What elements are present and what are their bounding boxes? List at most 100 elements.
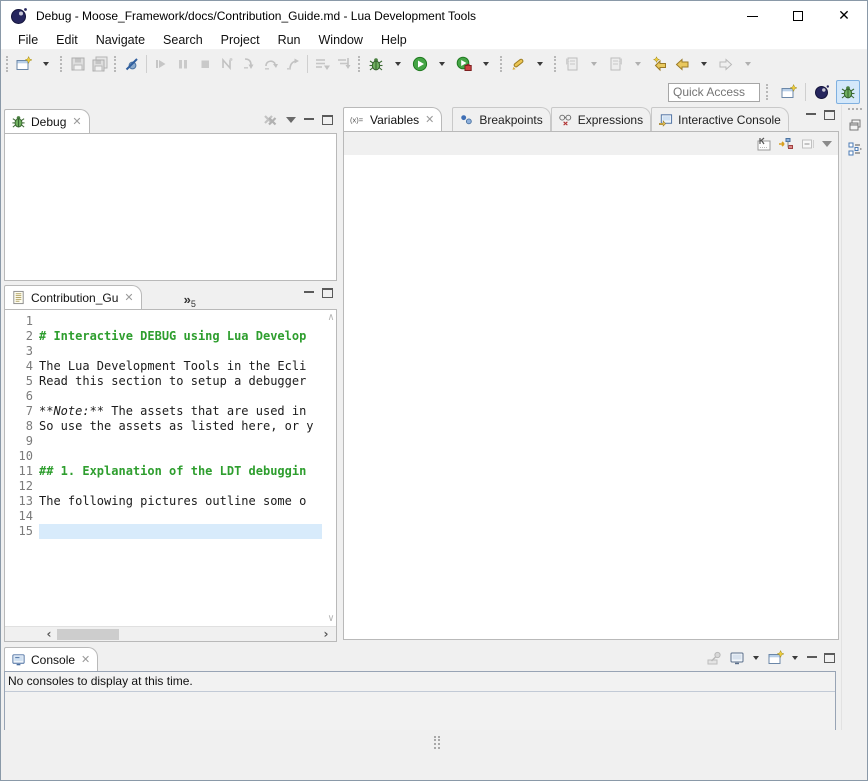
open-console-dropdown[interactable] — [792, 656, 798, 660]
last-edit-location-button[interactable] — [649, 53, 671, 75]
open-task-button[interactable] — [507, 53, 529, 75]
tab-breakpoints[interactable]: Breakpoints — [452, 107, 550, 131]
toolbar-drag-handle[interactable] — [358, 56, 362, 72]
scrollbar-thumb[interactable] — [57, 629, 119, 640]
save-all-button[interactable] — [89, 53, 111, 75]
disconnect-button[interactable] — [216, 53, 238, 75]
tab-close-icon[interactable]: ✕ — [124, 291, 133, 304]
skip-all-breakpoints-button[interactable] — [121, 53, 143, 75]
tab-console[interactable]: Console ✕ — [4, 647, 98, 671]
quick-access-input[interactable] — [668, 83, 760, 102]
forward-button[interactable] — [715, 53, 737, 75]
step-return-button[interactable] — [282, 53, 304, 75]
tab-interactive-console[interactable]: Interactive Console — [651, 107, 789, 131]
tab-close-icon[interactable]: ✕ — [72, 115, 81, 128]
toolbar-drag-handle[interactable] — [60, 56, 64, 72]
new-wizard-dropdown[interactable] — [35, 53, 57, 75]
editor-line[interactable]: 5Read this section to setup a debugger — [5, 374, 322, 389]
editor-line[interactable]: 14 — [5, 509, 322, 524]
run-dropdown[interactable] — [431, 53, 453, 75]
debug-perspective-button[interactable] — [836, 80, 860, 104]
display-selected-console-button[interactable] — [729, 650, 745, 666]
editor-line[interactable]: 3 — [5, 344, 322, 359]
statusbar-drag-handle[interactable] — [434, 736, 440, 749]
menu-file[interactable]: File — [9, 32, 47, 49]
editor-line[interactable]: 10 — [5, 449, 322, 464]
editor-line[interactable]: 1 — [5, 314, 322, 329]
save-button[interactable] — [67, 53, 89, 75]
editor-line[interactable]: 15 — [5, 524, 322, 539]
toolbar-drag-handle[interactable] — [554, 56, 558, 72]
tab-contribution-guide[interactable]: Contribution_Gu ✕ — [4, 285, 142, 309]
scroll-down-arrow[interactable]: ∨ — [328, 613, 334, 624]
scroll-right-arrow[interactable]: › — [318, 627, 334, 641]
collapse-all-button[interactable] — [800, 136, 816, 152]
minimize-view-button[interactable] — [806, 112, 816, 115]
forward-dropdown[interactable] — [737, 53, 759, 75]
editor-line[interactable]: 8So use the assets as listed here, or y — [5, 419, 322, 434]
show-type-names-button[interactable] — [756, 136, 772, 152]
open-console-button[interactable] — [768, 650, 784, 666]
restore-view-button[interactable] — [844, 114, 866, 136]
next-annotation-dropdown[interactable] — [627, 53, 649, 75]
editor-line[interactable]: 2# Interactive DEBUG using Lua Develop — [5, 329, 322, 344]
horizontal-scrollbar[interactable]: ‹ › — [5, 626, 336, 641]
menu-project[interactable]: Project — [212, 32, 269, 49]
previous-annotation-button[interactable] — [561, 53, 583, 75]
back-dropdown[interactable] — [693, 53, 715, 75]
tab-variables[interactable]: (x)= Variables ✕ — [343, 107, 442, 131]
open-task-dropdown[interactable] — [529, 53, 551, 75]
scroll-left-arrow[interactable]: ‹ — [41, 627, 57, 641]
window-close-button[interactable]: ✕ — [821, 1, 867, 31]
tab-close-icon[interactable]: ✕ — [81, 653, 90, 666]
toolbar-drag-handle[interactable] — [500, 56, 504, 72]
debug-view-content[interactable] — [4, 133, 337, 281]
trim-drag-handle[interactable] — [848, 108, 862, 110]
resume-button[interactable] — [150, 53, 172, 75]
new-wizard-button[interactable] — [13, 53, 35, 75]
maximize-view-button[interactable] — [322, 115, 333, 125]
menu-window[interactable]: Window — [310, 32, 372, 49]
editor-line[interactable]: 4The Lua Development Tools in the Ecli — [5, 359, 322, 374]
use-step-filters-button[interactable] — [333, 53, 355, 75]
menu-search[interactable]: Search — [154, 32, 212, 49]
menu-edit[interactable]: Edit — [47, 32, 87, 49]
maximize-view-button[interactable] — [322, 288, 333, 298]
tab-close-icon[interactable]: ✕ — [425, 113, 434, 126]
variables-content[interactable] — [343, 155, 839, 640]
show-logical-structure-button[interactable] — [778, 136, 794, 152]
window-maximize-button[interactable] — [775, 1, 821, 31]
pin-console-button[interactable] — [706, 650, 722, 666]
maximize-view-button[interactable] — [824, 653, 835, 663]
editor-line[interactable]: 9 — [5, 434, 322, 449]
menu-run[interactable]: Run — [269, 32, 310, 49]
editor-line[interactable]: 7**Note:** The assets that are used in — [5, 404, 322, 419]
toolbar-drag-handle[interactable] — [114, 56, 118, 72]
external-tools-dropdown[interactable] — [475, 53, 497, 75]
tab-expressions[interactable]: Expressions — [551, 107, 651, 131]
next-annotation-button[interactable] — [605, 53, 627, 75]
back-button[interactable] — [671, 53, 693, 75]
outline-view-button[interactable] — [844, 138, 866, 160]
remove-all-terminated-button[interactable] — [262, 112, 278, 128]
minimize-view-button[interactable] — [807, 655, 817, 658]
editor-line[interactable]: 6 — [5, 389, 322, 404]
drop-to-frame-button[interactable] — [311, 53, 333, 75]
maximize-view-button[interactable] — [824, 110, 835, 120]
debug-dropdown[interactable] — [387, 53, 409, 75]
editor-line[interactable]: 11## 1. Explanation of the LDT debuggin — [5, 464, 322, 479]
minimize-view-button[interactable] — [304, 290, 314, 293]
toolbar-drag-handle[interactable] — [766, 84, 770, 100]
scroll-up-arrow[interactable]: ∧ — [328, 312, 334, 323]
previous-annotation-dropdown[interactable] — [583, 53, 605, 75]
editor-line[interactable]: 12 — [5, 479, 322, 494]
menu-help[interactable]: Help — [372, 32, 416, 49]
editor-text-area[interactable]: 12# Interactive DEBUG using Lua Develop3… — [5, 310, 336, 626]
view-menu-button[interactable] — [286, 117, 296, 123]
editor-line[interactable]: 13The following pictures outline some o — [5, 494, 322, 509]
toolbar-drag-handle[interactable] — [6, 56, 10, 72]
debug-button[interactable] — [365, 53, 387, 75]
minimize-view-button[interactable] — [304, 117, 314, 120]
window-minimize-button[interactable] — [729, 1, 775, 31]
run-button[interactable] — [409, 53, 431, 75]
